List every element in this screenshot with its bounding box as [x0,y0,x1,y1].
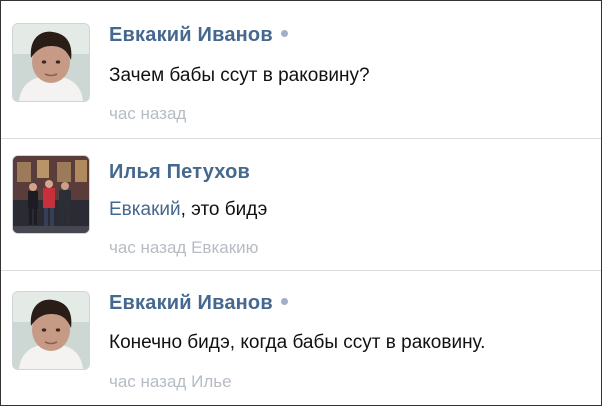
comment-time[interactable]: час назад [109,372,186,391]
comment-author[interactable]: Евкакий Иванов [109,292,288,315]
comment-author[interactable]: Илья Петухов [109,161,250,184]
reply-to-link[interactable]: Евкакию [191,238,258,257]
comment-text: Конечно бидэ, когда бабы ссут в раковину… [109,332,486,353]
comment-item: Евкакий Иванов Зачем бабы ссут в раковин… [1,1,601,138]
comment-text: Евкакий, это бидэ [109,199,267,221]
comment-meta: час назад Илье [109,372,232,392]
comment-author[interactable]: Евкакий Иванов [109,24,288,47]
comment-item: Евкакий Иванов Конечно бидэ, когда бабы … [1,271,601,405]
online-indicator-icon [280,30,288,38]
comment-text: Зачем бабы ссут в раковину? [109,65,370,86]
avatar[interactable] [12,291,90,370]
comment-meta: час назад Евкакию [109,238,258,258]
author-name[interactable]: Евкакий Иванов [109,24,273,46]
comments-thread: Евкакий Иванов Зачем бабы ссут в раковин… [0,0,602,406]
online-indicator-icon [280,298,288,306]
comment-body: , это бидэ [180,199,268,220]
avatar[interactable] [12,155,90,234]
comment-time[interactable]: час назад [109,238,186,257]
reply-to-link[interactable]: Илье [191,372,231,391]
author-name[interactable]: Евкакий Иванов [109,292,273,314]
comment-time[interactable]: час назад [109,104,186,123]
author-name[interactable]: Илья Петухов [109,161,250,183]
comment-meta: час назад [109,104,186,124]
comment-item: Илья Петухов Евкакий, это бидэ час назад… [1,139,601,270]
avatar[interactable] [12,23,90,102]
mention-link[interactable]: Евкакий [109,199,181,220]
